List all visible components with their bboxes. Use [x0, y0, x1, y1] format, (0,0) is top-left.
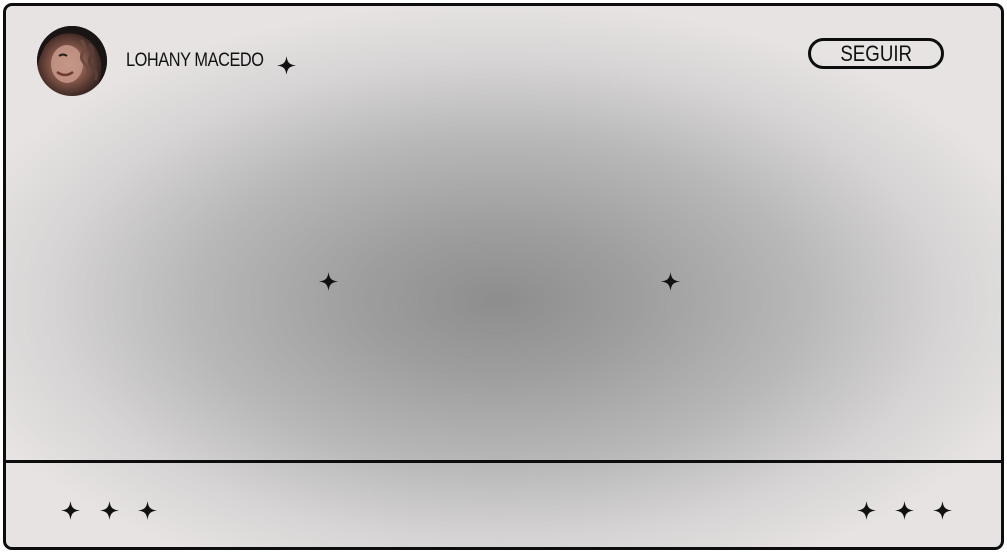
sparkle-icon	[933, 501, 952, 520]
profile-card: LOHANY MACEDO SEGUIR	[3, 3, 1004, 550]
sparkle-icon	[319, 272, 338, 291]
sparkle-icon	[895, 501, 914, 520]
sparkle-icon	[138, 501, 157, 520]
sparkle-icon	[661, 272, 680, 291]
sparkle-icon	[857, 501, 876, 520]
avatar[interactable]	[37, 26, 107, 96]
follow-button-label: SEGUIR	[840, 41, 912, 66]
profile-name[interactable]: LOHANY MACEDO	[126, 50, 264, 72]
avatar-photo	[37, 26, 107, 96]
sparkle-icon	[61, 501, 80, 520]
footer-divider	[6, 460, 1001, 463]
follow-button[interactable]: SEGUIR	[808, 38, 944, 69]
sparkle-icon	[100, 501, 119, 520]
sparkle-icon	[277, 56, 296, 75]
